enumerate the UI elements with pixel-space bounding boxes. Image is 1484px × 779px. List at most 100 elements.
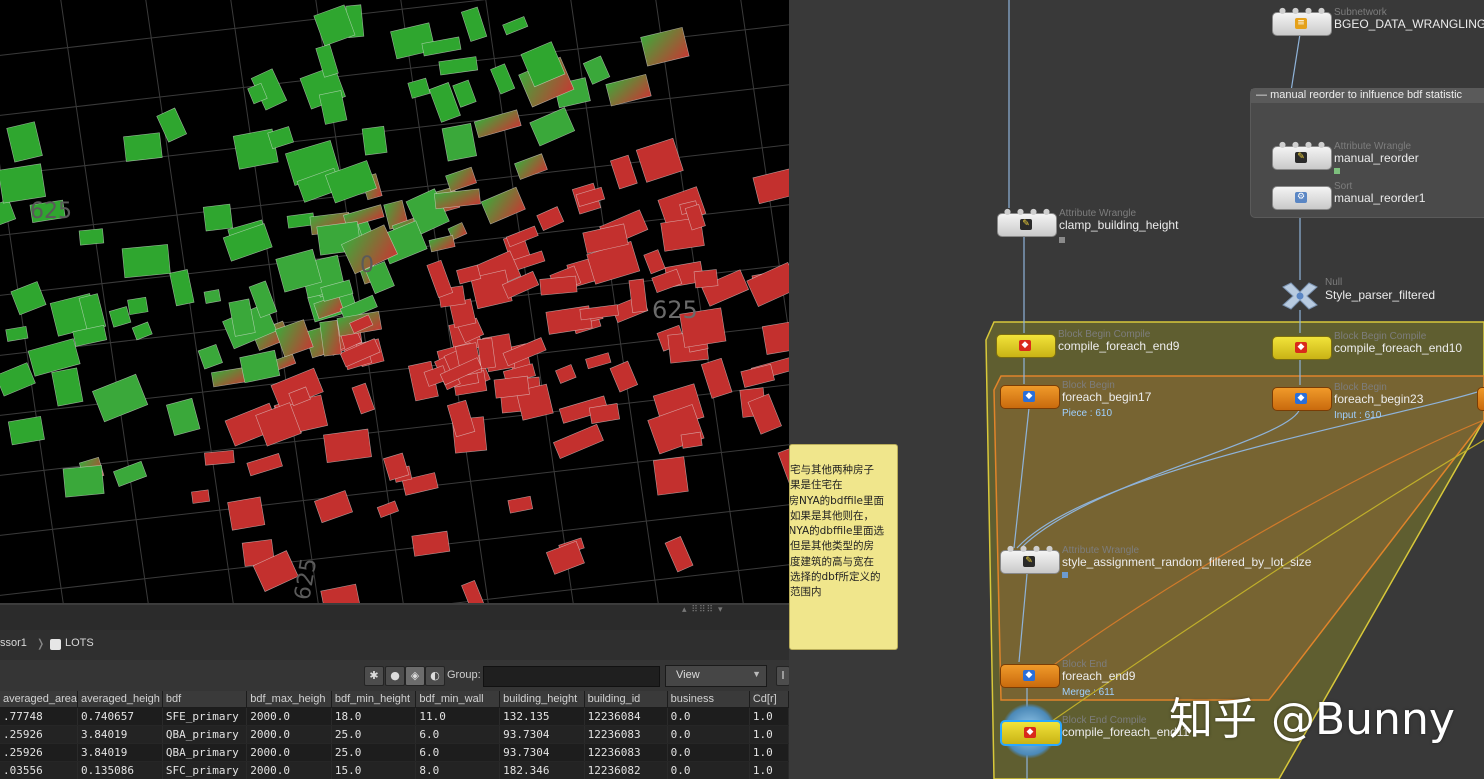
building-footprint[interactable] [752,168,789,205]
table-cell[interactable]: 0.740657 [77,707,163,726]
node-icon[interactable]: ●●●● ✎ [1272,141,1332,170]
column-header[interactable]: business [667,691,750,708]
building-footprint[interactable] [0,362,36,397]
column-header[interactable]: bdf_min_wall [415,691,501,708]
column-header[interactable]: bdf_max_heigh [246,691,332,708]
network-editor[interactable]: — manual reorder to inlfuence bdf statis… [789,0,1484,779]
building-footprint[interactable] [640,26,690,67]
extra-toolbar-button[interactable]: I [776,666,790,686]
building-footprint[interactable] [652,456,689,496]
node-icon[interactable]: ●●●● ≡ [1272,7,1332,36]
building-footprint[interactable] [203,289,222,304]
vertices-mode-icon[interactable]: ● [385,666,405,686]
detail-mode-icon[interactable]: ◐ [425,666,445,686]
table-cell[interactable]: 1.0 [749,707,789,726]
node-icon[interactable]: ●●●● ✎ [1000,545,1060,574]
building-footprint[interactable] [320,583,364,603]
geometry-spreadsheet[interactable]: averaged_area averaged_heigh bdf bdf_max_he… [0,691,789,779]
building-footprint[interactable] [609,360,639,393]
table-cell[interactable]: 93.7304 [499,725,585,744]
node-icon[interactable]: ◆ [996,334,1056,358]
building-footprint[interactable] [514,153,548,180]
building-footprint[interactable] [227,496,266,531]
table-cell[interactable]: 12236083 [584,743,668,762]
node-name-label[interactable]: manual_reorder [1334,151,1419,165]
building-footprint[interactable] [123,132,163,162]
table-cell[interactable]: 3.84019 [77,743,163,762]
table-cell[interactable]: 3.84019 [77,725,163,744]
group-input[interactable] [483,666,660,687]
column-header[interactable]: building_height [499,691,585,708]
building-footprint[interactable] [108,306,132,328]
table-cell[interactable]: 182.346 [499,761,585,779]
building-footprint[interactable] [51,367,84,407]
breadcrumb-current[interactable]: LOTS [65,637,94,649]
building-footprint[interactable] [6,121,43,163]
column-header[interactable]: bdf [162,691,248,708]
building-footprint[interactable] [473,109,522,139]
table-cell[interactable]: 0.0 [667,725,750,744]
table-cell[interactable]: 18.0 [331,707,417,726]
null-icon[interactable] [1279,281,1321,311]
sticky-note[interactable]: 宅与其他两种房子 果是住宅在 房NYA的bdffile里面 ，如果是其他则在 N… [789,444,898,650]
building-footprint[interactable] [761,321,789,355]
table-cell[interactable]: 93.7304 [499,743,585,762]
breadcrumb-parent[interactable]: ssor1 [0,637,27,649]
table-cell[interactable]: 6.0 [415,743,501,762]
table-cell[interactable]: 0.0 [667,743,750,762]
building-footprint[interactable] [239,349,281,384]
building-footprint[interactable] [643,249,666,275]
node-icon[interactable]: ◆ [1272,387,1332,411]
table-cell[interactable]: 12236084 [584,707,668,726]
building-footprint[interactable] [490,63,516,95]
table-cell[interactable]: 0.0 [667,707,750,726]
table-cell[interactable]: 1.0 [749,761,789,779]
building-footprint[interactable] [376,500,399,518]
node-icon[interactable]: ◆ [1000,720,1062,746]
node-name-label[interactable]: compile_foreach_end10 [1334,341,1462,355]
node-name-label[interactable]: manual_reorder1 [1334,191,1425,205]
building-footprint[interactable] [680,431,703,449]
building-footprint[interactable] [314,490,353,524]
building-footprint[interactable] [651,268,683,294]
scene-viewport[interactable]: 625 625 0 625 [0,0,789,603]
column-header[interactable]: building_id [584,691,668,708]
building-footprint[interactable] [480,186,526,225]
building-footprint[interactable] [446,399,476,438]
building-footprint[interactable] [351,382,376,415]
building-footprint[interactable] [445,166,477,192]
building-footprint[interactable] [361,125,388,156]
table-cell[interactable]: 6.0 [415,725,501,744]
table-row[interactable]: .25926 3.84019 QBA_primary 2000.0 25.0 6.0 93.… [0,725,789,744]
table-cell[interactable]: 25.0 [331,743,417,762]
table-cell[interactable]: QBA_primary [162,725,248,744]
building-footprint[interactable] [127,296,149,316]
node-name-label[interactable]: Style_parser_filtered [1325,288,1435,302]
building-footprint[interactable] [165,397,201,436]
column-header[interactable]: averaged_heigh [77,691,163,708]
building-footprint[interactable] [131,321,153,341]
table-cell[interactable]: 2000.0 [246,725,332,744]
table-cell[interactable]: 11.0 [415,707,501,726]
building-footprint[interactable] [0,163,47,204]
table-cell[interactable]: SFE_primary [162,707,248,726]
collapse-icon[interactable]: — [1256,89,1267,101]
table-cell[interactable]: 132.135 [499,707,585,726]
node-name-label[interactable]: compile_foreach_end9 [1058,339,1179,353]
table-cell[interactable]: SFC_primary [162,761,248,779]
table-cell[interactable]: .03556 [0,761,79,779]
table-cell[interactable]: QBA_primary [162,743,248,762]
building-footprint[interactable] [747,393,782,435]
building-footprint[interactable] [411,530,451,557]
building-footprint[interactable] [438,56,479,76]
building-footprint[interactable] [740,363,775,388]
node-name-label[interactable]: clamp_building_height [1059,218,1178,232]
building-footprint[interactable] [609,154,638,190]
network-box-title[interactable]: — manual reorder to inlfuence bdf statis… [1251,89,1484,103]
building-footprint[interactable] [62,464,105,498]
node-name-label[interactable]: foreach_begin17 [1062,390,1151,404]
table-cell[interactable]: 1.0 [749,725,789,744]
table-cell[interactable]: 8.0 [415,761,501,779]
table-cell[interactable]: .25926 [0,725,79,744]
building-footprint[interactable] [536,206,565,231]
